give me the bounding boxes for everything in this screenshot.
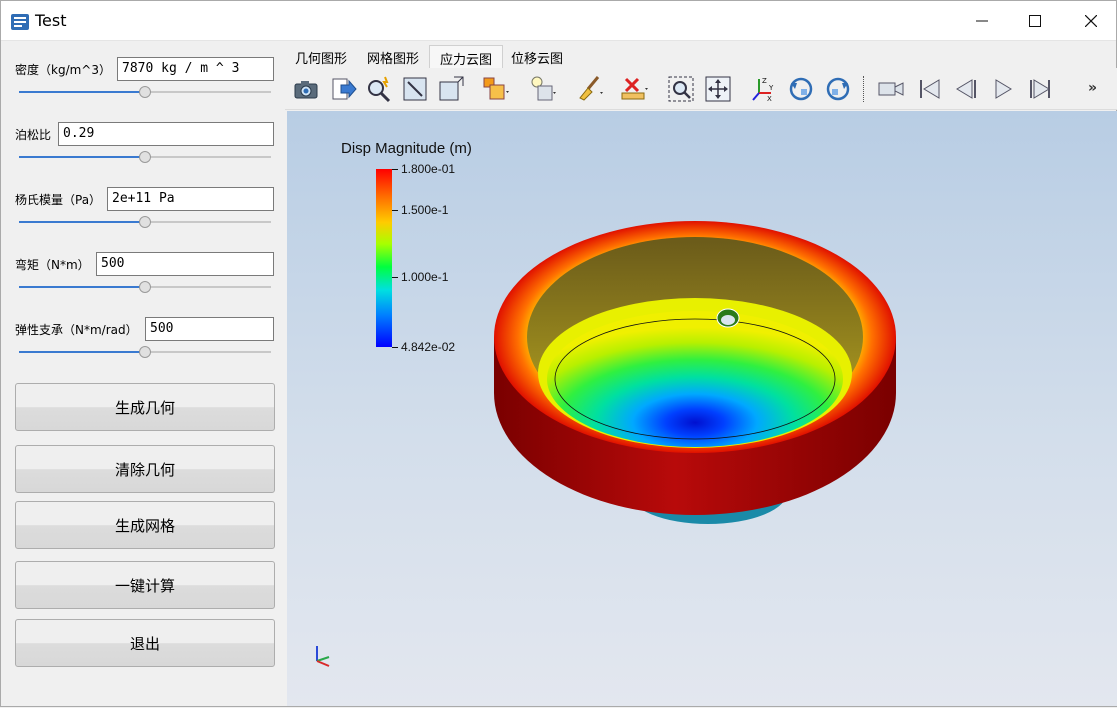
displacement-model: [494, 221, 896, 524]
elastic-support-slider[interactable]: [19, 346, 271, 358]
previous-frame-icon[interactable]: [950, 73, 982, 105]
app-window: Test 密度（kg/m^3） 7870 kg / m ^ 3 泊松比 0.29…: [0, 0, 1117, 707]
poisson-label: 泊松比: [15, 128, 52, 142]
tab-stress[interactable]: 应力云图: [429, 45, 504, 68]
title-bar[interactable]: Test: [1, 1, 1116, 41]
last-frame-icon[interactable]: [1024, 73, 1056, 105]
generate-mesh-button[interactable]: 生成网格: [15, 501, 275, 549]
clear-dropdown-icon[interactable]: [618, 73, 650, 105]
poisson-input[interactable]: 0.29: [58, 122, 274, 146]
generate-geometry-button[interactable]: 生成几何: [15, 383, 275, 431]
svg-text:Y: Y: [768, 84, 774, 92]
export-icon[interactable]: [327, 73, 359, 105]
axes-orientation-icon[interactable]: ZYX: [747, 73, 779, 105]
elastic-support-label: 弹性支承（N*m/rad）: [15, 323, 138, 337]
close-icon: [1085, 15, 1097, 27]
zoom-magic-icon[interactable]: [363, 73, 395, 105]
box-outline-icon[interactable]: [435, 73, 467, 105]
density-label: 密度（kg/m^3）: [15, 63, 111, 77]
reset-view-icon[interactable]: [702, 73, 734, 105]
view-tabs: 几何图形 网格图形 应力云图 位移云图: [285, 42, 1117, 68]
youngs-modulus-slider[interactable]: [19, 216, 271, 228]
camera-record-icon[interactable]: [875, 73, 907, 105]
boxes-dropdown-icon[interactable]: [480, 73, 512, 105]
slider-handle[interactable]: [139, 346, 151, 358]
view-panel: 几何图形 网格图形 应力云图 位移云图 Z Y X » Disp Magnitu…: [285, 42, 1117, 708]
lightbulb-dropdown-icon[interactable]: [527, 73, 559, 105]
moment-label: 弯矩（N*m）: [15, 258, 90, 272]
slider-handle[interactable]: [139, 151, 151, 163]
first-frame-icon[interactable]: [913, 73, 945, 105]
tab-displacement[interactable]: 位移云图: [501, 45, 573, 68]
toolbar-overflow-icon[interactable]: »: [1088, 80, 1097, 96]
orientation-axes-icon: [316, 646, 330, 667]
slider-handle[interactable]: [139, 281, 151, 293]
minimize-button[interactable]: [954, 1, 1010, 41]
density-input[interactable]: 7870 kg / m ^ 3: [117, 57, 274, 81]
moment-input[interactable]: 500: [96, 252, 274, 276]
render-viewport[interactable]: Disp Magnitude (m) 1.800e-01 1.500e-1 1.…: [287, 111, 1117, 706]
maximize-icon: [1029, 15, 1041, 27]
rotate-ccw-icon[interactable]: [785, 73, 817, 105]
slider-handle[interactable]: [139, 216, 151, 228]
one-click-compute-button[interactable]: 一键计算: [15, 561, 275, 609]
toolbar-separator: [863, 76, 865, 102]
window-title: Test: [35, 11, 67, 30]
svg-text:Z: Z: [762, 77, 767, 85]
youngs-modulus-input[interactable]: 2e+11 Pa: [107, 187, 274, 211]
rotate-cw-icon[interactable]: [822, 73, 854, 105]
svg-text:X: X: [767, 95, 772, 103]
maximize-button[interactable]: [1007, 1, 1063, 41]
poisson-slider[interactable]: [19, 151, 271, 163]
play-icon[interactable]: [987, 73, 1019, 105]
select-region-icon[interactable]: [399, 73, 431, 105]
tab-geometry[interactable]: 几何图形: [285, 45, 357, 68]
app-icon: [11, 14, 29, 30]
exit-button[interactable]: 退出: [15, 619, 275, 667]
tab-mesh[interactable]: 网格图形: [357, 45, 429, 68]
parameter-panel: 密度（kg/m^3） 7870 kg / m ^ 3 泊松比 0.29 杨氏模量…: [1, 42, 285, 708]
camera-icon[interactable]: [290, 73, 322, 105]
slider-handle[interactable]: [139, 86, 151, 98]
brush-dropdown-icon[interactable]: [574, 73, 606, 105]
minimize-icon: [976, 20, 988, 22]
density-slider[interactable]: [19, 86, 271, 98]
zoom-to-box-icon[interactable]: [665, 73, 697, 105]
moment-slider[interactable]: [19, 281, 271, 293]
view-toolbar: ZYX »: [285, 68, 1117, 110]
youngs-modulus-label: 杨氏模量（Pa）: [15, 193, 102, 207]
close-button[interactable]: [1063, 1, 1117, 41]
elastic-support-input[interactable]: 500: [145, 317, 274, 341]
clear-geometry-button[interactable]: 清除几何: [15, 445, 275, 493]
